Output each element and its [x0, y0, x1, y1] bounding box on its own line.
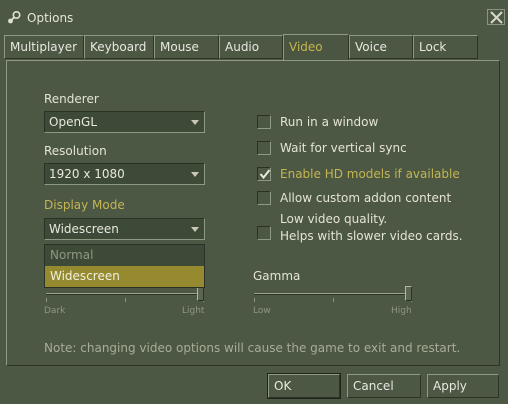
display-mode-label: Display Mode: [44, 198, 125, 212]
renderer-select[interactable]: OpenGL: [44, 111, 205, 133]
slider-tick: [125, 298, 126, 302]
tab-keyboard[interactable]: Keyboard: [84, 35, 154, 59]
display-mode-dropdown-list: Normal Widescreen: [44, 244, 205, 288]
run-in-window-label: Run in a window: [280, 115, 379, 129]
gamma-label: Gamma: [253, 269, 301, 283]
chevron-down-icon: [191, 172, 199, 177]
tab-mouse[interactable]: Mouse: [154, 35, 219, 59]
tab-voice[interactable]: Voice: [349, 35, 413, 59]
vertical-sync-checkbox[interactable]: [257, 141, 271, 155]
tab-multiplayer[interactable]: Multiplayer: [4, 35, 84, 59]
brightness-slider-thumb[interactable]: [197, 286, 204, 301]
vertical-sync-label: Wait for vertical sync: [280, 141, 407, 155]
low-quality-label-line1: Low video quality.: [280, 212, 388, 226]
restart-note: Note: changing video options will cause …: [44, 341, 461, 355]
low-quality-checkbox[interactable]: [257, 226, 271, 240]
slider-tick: [254, 298, 255, 302]
resolution-value: 1920 x 1080: [49, 167, 125, 181]
display-mode-value: Widescreen: [49, 222, 119, 236]
gamma-slider-track[interactable]: [254, 293, 412, 295]
resolution-label: Resolution: [44, 144, 107, 158]
hd-models-checkbox[interactable]: [257, 167, 271, 181]
window-title: Options: [27, 11, 74, 25]
custom-addon-label: Allow custom addon content: [280, 191, 452, 205]
brightness-min-label: Dark: [44, 306, 66, 316]
renderer-label: Renderer: [44, 92, 99, 106]
tab-video[interactable]: Video: [283, 34, 349, 61]
brightness-slider-track[interactable]: [46, 293, 204, 295]
run-in-window-checkbox[interactable]: [257, 115, 271, 129]
ok-button[interactable]: OK: [267, 373, 341, 399]
cancel-button[interactable]: Cancel: [347, 374, 421, 398]
gamma-slider-thumb[interactable]: [405, 286, 412, 301]
apply-button[interactable]: Apply: [427, 374, 499, 398]
hd-models-label: Enable HD models if available: [280, 167, 460, 181]
slider-tick: [333, 298, 334, 302]
tab-audio[interactable]: Audio: [219, 35, 283, 59]
checkmark-icon: [259, 169, 271, 180]
dropdown-option-widescreen[interactable]: Widescreen: [45, 266, 204, 287]
title-bar: Options: [0, 0, 508, 34]
steam-logo-icon: [6, 10, 22, 26]
brightness-max-label: Light: [182, 306, 205, 316]
tab-lock[interactable]: Lock: [413, 35, 478, 59]
chevron-down-icon: [191, 227, 199, 232]
display-mode-select[interactable]: Widescreen: [44, 218, 205, 240]
close-button[interactable]: [487, 9, 505, 25]
gamma-max-label: High: [391, 306, 412, 316]
renderer-value: OpenGL: [49, 115, 98, 129]
low-quality-label-line2: Helps with slower video cards.: [280, 229, 463, 243]
dropdown-option-normal[interactable]: Normal: [45, 245, 204, 266]
slider-tick: [46, 298, 47, 302]
gamma-min-label: Low: [253, 306, 271, 316]
chevron-down-icon: [191, 120, 199, 125]
resolution-select[interactable]: 1920 x 1080: [44, 163, 205, 185]
custom-addon-checkbox[interactable]: [257, 191, 271, 205]
close-icon: [490, 11, 503, 24]
